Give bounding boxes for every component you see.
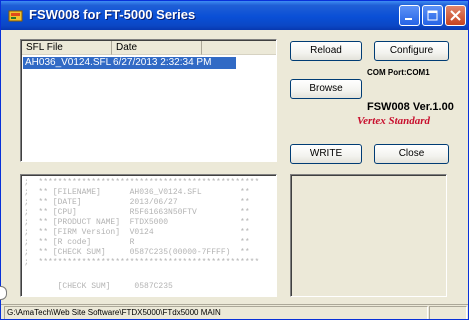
browse-button[interactable]: Browse — [290, 79, 362, 99]
memo-line: ; ** [CPU] R5F61663N50FTV ** — [24, 208, 250, 217]
maximize-button[interactable] — [422, 5, 443, 26]
close-button[interactable]: Close — [374, 144, 449, 164]
file-info-memo[interactable]: ; **************************************… — [20, 174, 277, 297]
minimize-icon — [405, 18, 412, 20]
title-bar[interactable]: FSW008 for FT-5000 Series — [1, 1, 468, 30]
status-pane-secondary — [429, 306, 467, 319]
memo-line: ; **************************************… — [24, 258, 260, 267]
version-label: FSW008 Ver.1.00 — [367, 101, 454, 113]
memo-line: [CHECK SUM] 0587C235 — [24, 282, 173, 291]
status-bar: G:\AmaTech\Web Site Software\FTDX5000\FT… — [1, 304, 468, 319]
status-path: G:\AmaTech\Web Site Software\FTDX5000\FT… — [4, 306, 428, 319]
reload-button[interactable]: Reload — [290, 41, 362, 61]
com-port-label: COM Port:COM1 — [367, 68, 430, 77]
column-header-spacer — [202, 41, 276, 55]
memo-line: ; ** [DATE] 2013/06/27 ** — [24, 198, 250, 207]
list-cell-date: 6/27/2013 2:32:34 PM — [113, 57, 212, 68]
window-title: FSW008 for FT-5000 Series — [29, 7, 196, 22]
sfl-file-list[interactable]: SFL File Date AH036_V0124.SFL 6/27/2013 … — [20, 39, 277, 162]
configure-button[interactable]: Configure — [374, 41, 449, 61]
minimize-button[interactable] — [399, 5, 420, 26]
brand-logo: Vertex Standard — [357, 115, 431, 127]
close-icon — [450, 10, 461, 21]
memo-line: ; ** [FIRM Version] V0124 ** — [24, 228, 250, 237]
memo-line: ; ** [CHECK SUM] 0587C235(00000-7FFFF) *… — [24, 248, 250, 257]
column-header-sfl-file[interactable]: SFL File — [22, 41, 112, 55]
list-header: SFL File Date — [22, 41, 276, 56]
list-row-selected[interactable]: AH036_V0124.SFL 6/27/2013 2:32:34 PM — [23, 57, 236, 69]
main-window: FSW008 for FT-5000 Series SFL File Date … — [0, 0, 469, 320]
close-window-button[interactable] — [445, 5, 466, 26]
memo-line: ; ** [PRODUCT NAME] FTDX5000 ** — [24, 218, 250, 227]
write-button[interactable]: WRITE — [290, 144, 362, 164]
app-icon[interactable] — [8, 8, 24, 24]
memo-line: ; ** [R code] R ** — [24, 238, 250, 247]
memo-line: ; ** [FILENAME] AH036_V0124.SFL ** — [24, 188, 250, 197]
memo-line: ; **************************************… — [24, 178, 260, 187]
maximize-icon — [427, 10, 438, 21]
status-panel — [290, 174, 447, 297]
list-cell-file: AH036_V0124.SFL — [25, 57, 112, 68]
column-header-date[interactable]: Date — [112, 41, 202, 55]
